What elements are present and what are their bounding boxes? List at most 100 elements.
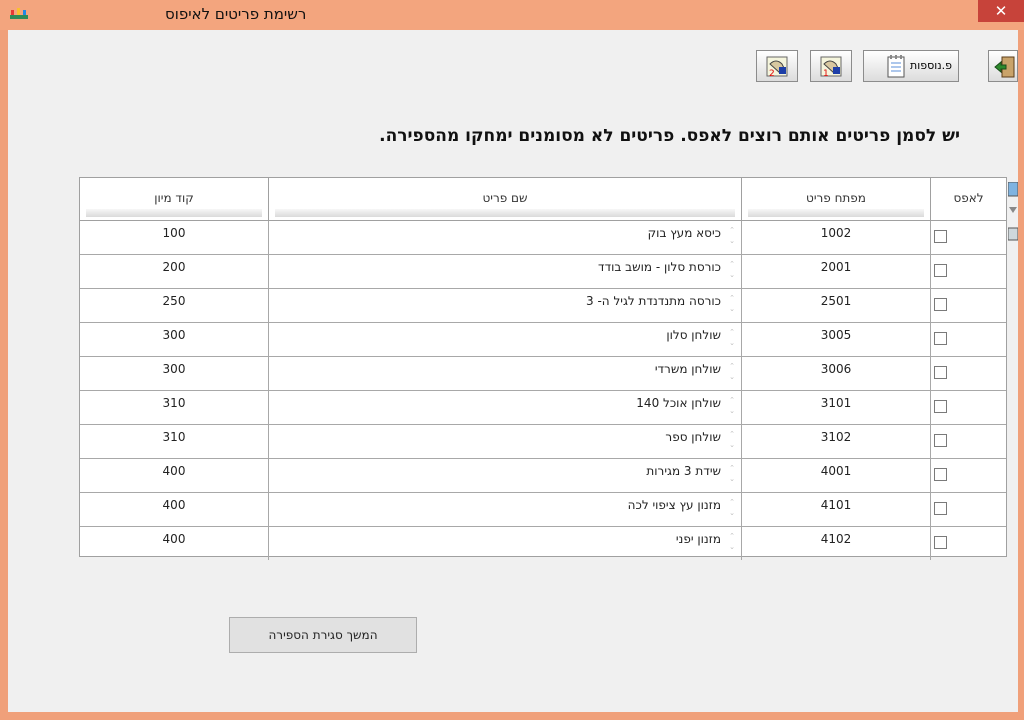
col-header-sort-code[interactable]: קוד מיון <box>80 178 269 220</box>
instruction-text: יש לסמן פריטים אותם רוצים לאפס. פריטים ל… <box>379 126 960 146</box>
item-key-cell: 4101 <box>742 493 931 526</box>
reset-checkbox[interactable] <box>934 468 947 481</box>
table-row: 310 שולחן ספר ⌃ ⌄ 3102 <box>80 425 1006 459</box>
reset-checkbox[interactable] <box>934 264 947 277</box>
continue-closing-count-button[interactable]: המשך סגירת הספירה <box>229 617 417 653</box>
table-row: 400 מזנון יפני ⌃ ⌄ 4102 <box>80 527 1006 561</box>
sort-code-cell: 300 <box>80 323 269 356</box>
mini-scroll-icon: ⌃ ⌄ <box>729 362 735 381</box>
grid-tools-icon <box>1007 181 1019 241</box>
table-row: 100 כיסא מעץ בוק ⌃ ⌄ 1002 <box>80 221 1006 255</box>
mini-scroll-icon: ⌃ ⌄ <box>729 226 735 245</box>
wizard-2-icon: 2 <box>766 56 788 79</box>
item-key-cell: 3005 <box>742 323 931 356</box>
sort-code-cell: 400 <box>80 527 269 560</box>
item-name-cell: כורסת סלון - מושב בודד ⌃ ⌄ <box>269 255 742 288</box>
item-name-cell: שולחן סלון ⌃ ⌄ <box>269 323 742 356</box>
item-name-text: שידת 3 מגירות <box>646 464 721 478</box>
reset-cell <box>931 459 1006 492</box>
reset-checkbox[interactable] <box>934 332 947 345</box>
mini-scroll-icon: ⌃ ⌄ <box>729 464 735 483</box>
reset-checkbox[interactable] <box>934 400 947 413</box>
item-key-cell: 4102 <box>742 527 931 560</box>
reset-cell <box>931 527 1006 560</box>
col-header-reset-label: לאפס <box>953 191 984 205</box>
item-name-cell: כורסה מתנדנדת לגיל ה- 3 ⌃ ⌄ <box>269 289 742 322</box>
extras-button[interactable]: פ.נוספות <box>863 50 959 82</box>
item-name-cell: מזנון יפני ⌃ ⌄ <box>269 527 742 560</box>
item-key-cell: 1002 <box>742 221 931 254</box>
reset-cell <box>931 357 1006 390</box>
item-key-cell: 3102 <box>742 425 931 458</box>
reset-cell <box>931 425 1006 458</box>
item-name-cell: שולחן משרדי ⌃ ⌄ <box>269 357 742 390</box>
wizard-1-icon: 1 <box>820 56 842 79</box>
reset-cell <box>931 391 1006 424</box>
mini-scroll-icon: ⌃ ⌄ <box>729 430 735 449</box>
item-key-cell: 4001 <box>742 459 931 492</box>
table-row: 400 שידת 3 מגירות ⌃ ⌄ 4001 <box>80 459 1006 493</box>
reset-cell <box>931 221 1006 254</box>
header-sort-bar <box>275 209 735 217</box>
sort-code-cell: 250 <box>80 289 269 322</box>
reset-cell <box>931 323 1006 356</box>
app-icon <box>10 8 28 19</box>
col-header-reset[interactable]: לאפס <box>931 178 1006 220</box>
exit-door-icon <box>994 56 1015 78</box>
mini-scroll-icon: ⌃ ⌄ <box>729 498 735 517</box>
item-name-cell: שידת 3 מגירות ⌃ ⌄ <box>269 459 742 492</box>
wizard-2-button[interactable]: 2 <box>756 50 798 82</box>
table-row: 300 שולחן סלון ⌃ ⌄ 3005 <box>80 323 1006 357</box>
col-header-item-key-label: מפתח פריט <box>806 191 866 205</box>
table-row: 250 כורסה מתנדנדת לגיל ה- 3 ⌃ ⌄ 2501 <box>80 289 1006 323</box>
item-name-text: מזנון יפני <box>675 532 721 546</box>
reset-checkbox[interactable] <box>934 366 947 379</box>
wizard-1-button[interactable]: 1 <box>810 50 852 82</box>
reset-checkbox[interactable] <box>934 298 947 311</box>
reset-cell <box>931 255 1006 288</box>
item-name-text: שולחן ספר <box>665 430 721 444</box>
item-name-text: שולחן משרדי <box>654 362 721 376</box>
close-button[interactable]: ✕ <box>978 0 1024 22</box>
reset-cell <box>931 289 1006 322</box>
mini-scroll-icon: ⌃ ⌄ <box>729 532 735 551</box>
item-name-cell: שולחן ספר ⌃ ⌄ <box>269 425 742 458</box>
mini-scroll-icon: ⌃ ⌄ <box>729 328 735 347</box>
window-client: 2 1 פ.נוספות יש לסמן פריטים אותם רוצים ל… <box>8 30 1019 712</box>
reset-checkbox[interactable] <box>934 536 947 549</box>
item-name-text: כורסת סלון - מושב בודד <box>598 260 721 274</box>
reset-cell <box>931 493 1006 526</box>
header-sort-bar <box>748 209 924 217</box>
window-title: רשימת פריטים לאיפוס <box>165 5 307 23</box>
item-name-text: מזנון עץ ציפוי לכה <box>627 498 721 512</box>
sort-code-cell: 200 <box>80 255 269 288</box>
table-row: 400 מזנון עץ ציפוי לכה ⌃ ⌄ 4101 <box>80 493 1006 527</box>
mini-scroll-icon: ⌃ ⌄ <box>729 396 735 415</box>
title-bar: רשימת פריטים לאיפוס ✕ <box>0 0 1024 30</box>
item-name-text: כורסה מתנדנדת לגיל ה- 3 <box>586 294 721 308</box>
reset-checkbox[interactable] <box>934 502 947 515</box>
reset-checkbox[interactable] <box>934 434 947 447</box>
item-key-cell: 2501 <box>742 289 931 322</box>
sort-code-cell: 300 <box>80 357 269 390</box>
item-name-text: שולחן אוכל 140 <box>636 396 721 410</box>
sort-code-cell: 310 <box>80 391 269 424</box>
item-key-cell: 3101 <box>742 391 931 424</box>
notepad-icon <box>887 55 905 78</box>
item-name-cell: כיסא מעץ בוק ⌃ ⌄ <box>269 221 742 254</box>
mini-scroll-icon: ⌃ ⌄ <box>729 260 735 279</box>
table-row: 300 שולחן משרדי ⌃ ⌄ 3006 <box>80 357 1006 391</box>
item-name-text: כיסא מעץ בוק <box>647 226 721 240</box>
items-grid: קוד מיון שם פריט מפתח פריט לאפס 100 כיסא… <box>79 177 1007 560</box>
header-sort-bar <box>86 209 262 217</box>
col-header-item-name[interactable]: שם פריט <box>269 178 742 220</box>
col-header-item-key[interactable]: מפתח פריט <box>742 178 931 220</box>
col-header-sort-code-label: קוד מיון <box>154 191 194 205</box>
close-icon: ✕ <box>994 2 1008 20</box>
item-name-cell: שולחן אוכל 140 ⌃ ⌄ <box>269 391 742 424</box>
exit-button[interactable] <box>988 50 1018 82</box>
item-key-cell: 3006 <box>742 357 931 390</box>
extras-label: פ.נוספות <box>910 59 953 72</box>
reset-checkbox[interactable] <box>934 230 947 243</box>
mini-scroll-icon: ⌃ ⌄ <box>729 294 735 313</box>
